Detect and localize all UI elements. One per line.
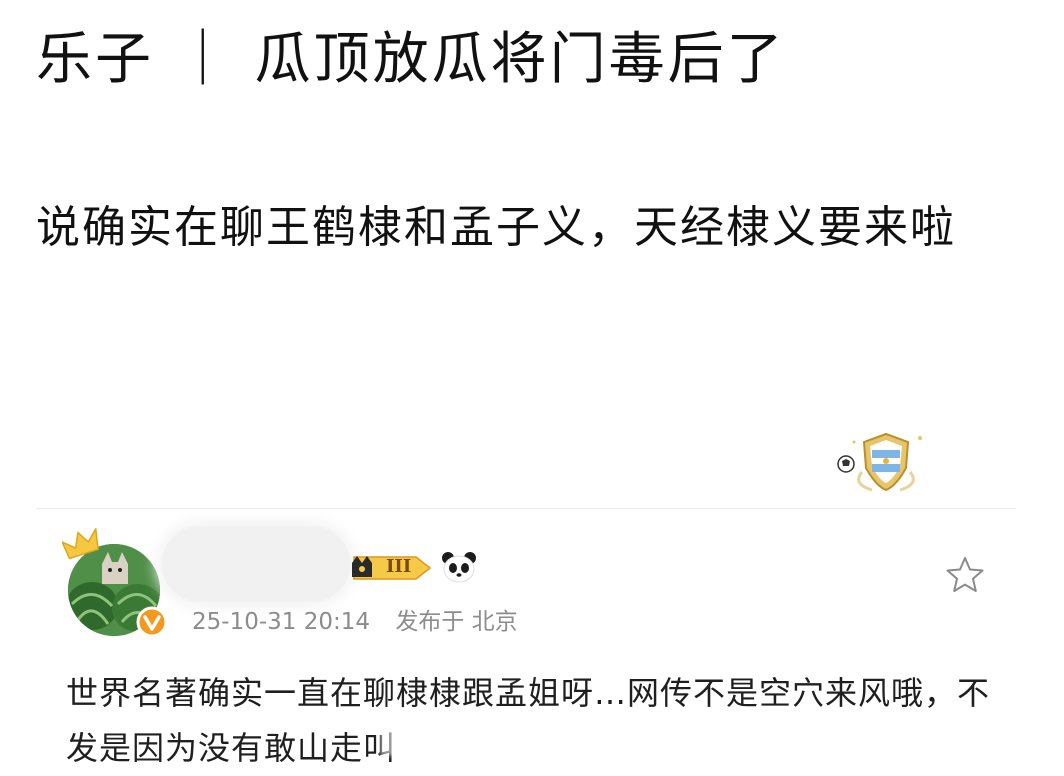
member-level-badge: III <box>350 553 436 583</box>
avatar[interactable] <box>62 528 174 640</box>
football-badge-icon <box>837 432 922 492</box>
comment-meta: 25-10-31 20:14 发布于 北京 <box>192 604 536 640</box>
comment-timestamp: 25-10-31 20:14 <box>192 609 370 635</box>
post-body: 说确实在聊王鹤棣和孟子义，天经棣义要来啦 <box>36 202 956 253</box>
level-badge-label: III <box>386 556 412 577</box>
star-outline-icon[interactable] <box>944 554 986 596</box>
verified-v-icon <box>136 606 168 638</box>
comment-location: 发布于 北京 <box>395 609 518 635</box>
watermark-overlay <box>380 716 660 756</box>
divider <box>36 508 1016 509</box>
crown-icon <box>62 528 99 560</box>
panda-icon <box>442 552 476 583</box>
post-title: 乐子 ｜ 瓜顶放瓜将门毒后了 <box>36 27 786 92</box>
username-redacted[interactable] <box>162 526 350 602</box>
